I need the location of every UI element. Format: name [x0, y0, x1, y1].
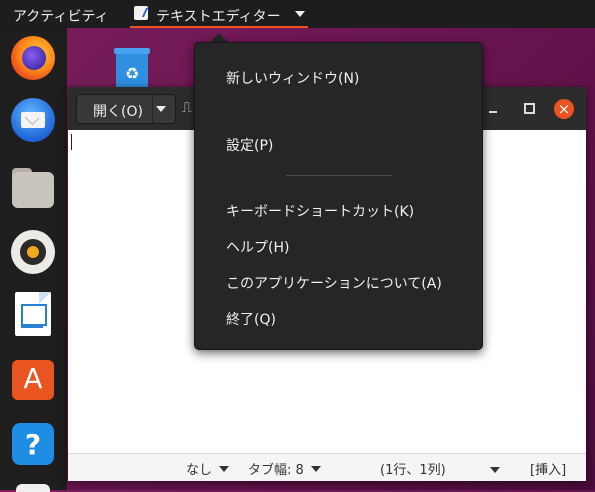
- maximize-button[interactable]: [520, 99, 538, 117]
- activities-button[interactable]: アクティビティ: [13, 6, 109, 26]
- insert-mode-indicator: [挿入]: [530, 463, 567, 478]
- menu-item-preferences[interactable]: 設定(P): [226, 135, 273, 155]
- chevron-down-icon: [295, 11, 305, 17]
- help-icon[interactable]: ?: [9, 420, 57, 468]
- dock-partial-icon[interactable]: [16, 484, 50, 492]
- menu-item-help[interactable]: ヘルプ(H): [226, 237, 289, 257]
- files-icon[interactable]: [9, 164, 57, 212]
- writer-icon[interactable]: [9, 290, 57, 338]
- text-cursor: [71, 134, 72, 150]
- software-center-icon[interactable]: A: [9, 354, 57, 402]
- recycle-icon: ♻: [124, 64, 140, 83]
- app-menu-label: テキストエディター: [156, 9, 281, 25]
- rhythmbox-icon[interactable]: [9, 228, 57, 276]
- top-bar: アクティビティ テキストエディター: [0, 0, 595, 28]
- thunderbird-icon[interactable]: [9, 96, 57, 144]
- menu-separator: [286, 175, 392, 176]
- app-menu-popup: 新しいウィンドウ(N) 設定(P) キーボードショートカット(K) ヘルプ(H)…: [194, 42, 483, 350]
- cursor-position[interactable]: (1行、1列): [380, 459, 446, 478]
- tab-width-selector[interactable]: タブ幅: 8: [248, 459, 321, 478]
- firefox-icon[interactable]: [9, 34, 57, 82]
- trash-icon[interactable]: ♻: [114, 48, 150, 90]
- menu-item-about[interactable]: このアプリケーションについて(A): [226, 273, 442, 293]
- chevron-down-icon: [219, 466, 230, 472]
- chevron-down-icon: [156, 106, 166, 112]
- menu-item-quit[interactable]: 終了(Q): [226, 309, 276, 329]
- status-bar: なし タブ幅: 8 (1行、1列) [挿入]: [68, 453, 586, 481]
- text-editor-icon: [134, 6, 148, 20]
- dock: A ?: [0, 28, 67, 492]
- chevron-down-icon[interactable]: [490, 467, 500, 473]
- close-button[interactable]: ×: [554, 99, 574, 119]
- open-button[interactable]: 開く(O): [76, 94, 176, 124]
- app-menu-underline: [130, 26, 308, 28]
- minimize-button[interactable]: [484, 99, 502, 117]
- menu-item-new-window[interactable]: 新しいウィンドウ(N): [226, 68, 359, 88]
- menu-item-keyboard-shortcuts[interactable]: キーボードショートカット(K): [226, 201, 414, 221]
- language-selector[interactable]: なし: [186, 459, 230, 478]
- chevron-down-icon: [310, 466, 321, 472]
- open-button-label: 開く(O): [93, 104, 143, 120]
